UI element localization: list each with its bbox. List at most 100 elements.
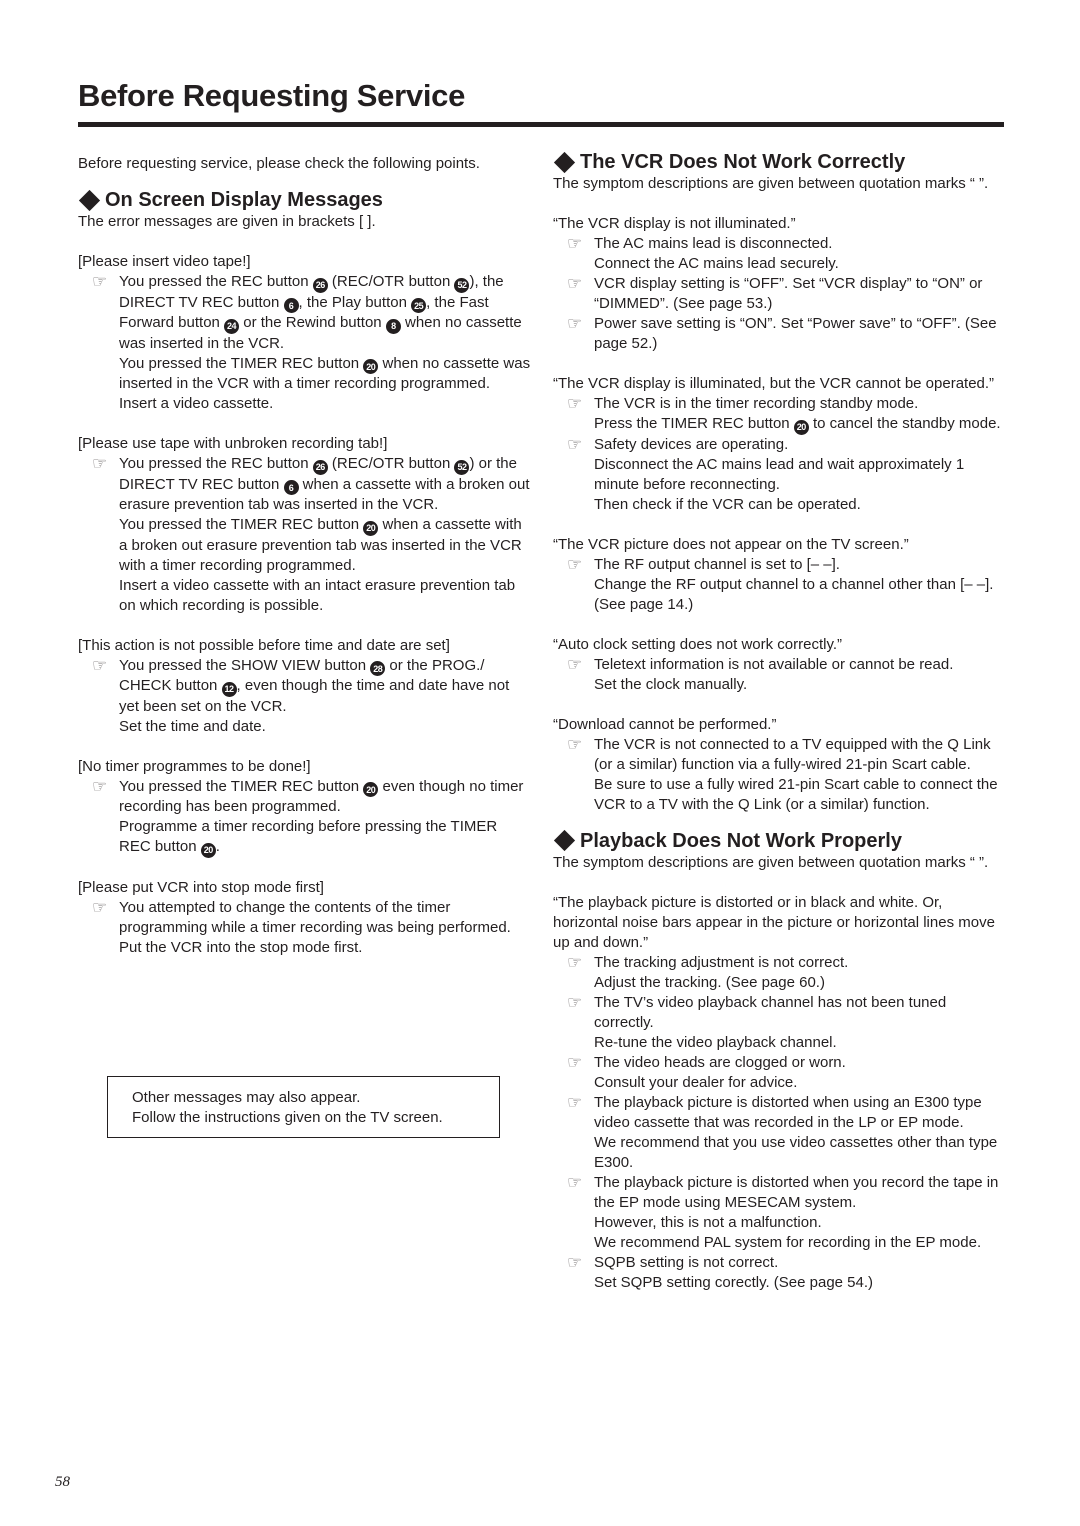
block-title: “Auto clock setting does not work correc… xyxy=(553,635,842,653)
button-number-badge: 24 xyxy=(224,318,240,334)
item-text: Power save setting is “ON”. Set “Power s… xyxy=(594,315,997,352)
button-number-badge: 20 xyxy=(200,842,216,858)
pointing-hand-icon: ☞ xyxy=(567,734,583,754)
section-heading: Playback Does Not Work Properly xyxy=(553,829,1008,853)
list-item: ☞ Teletext information is not available o… xyxy=(553,655,1008,695)
item-text: Programme a timer recording before press… xyxy=(119,817,533,858)
item-text: Set SQPB setting corectly. (See page 54.… xyxy=(594,1273,874,1291)
right-column: The VCR Does Not Work Correctly The sympt… xyxy=(553,150,1008,1293)
button-number-badge: 52 xyxy=(454,459,470,475)
section-heading: The VCR Does Not Work Correctly xyxy=(553,150,1008,174)
item-text: However, this is not a malfunction. xyxy=(594,1213,822,1231)
item-text: You pressed the SHOW VIEW button 28 or t… xyxy=(119,656,510,715)
list-item: ☞ Safety devices are operating. Disconnect… xyxy=(553,435,1008,515)
list-item: ☞ VCR display setting is “OFF”. Set “VCR … xyxy=(553,274,1008,314)
block-title: [This action is not possible before time… xyxy=(78,636,450,654)
item-text: VCR display setting is “OFF”. Set “VCR d… xyxy=(594,275,983,312)
list-item: ☞ The tracking adjustment is not correct.… xyxy=(553,953,1008,993)
block-title: [Please insert video tape!] xyxy=(78,253,251,270)
item-text: Teletext information is not available or… xyxy=(594,655,954,673)
page-title: Before Requesting Service xyxy=(78,78,466,113)
item-text: You attempted to change the contents of … xyxy=(119,898,511,936)
item-text: Consult your dealer for advice. xyxy=(594,1073,798,1091)
item-text: You pressed the REC button 26 (REC/OTR b… xyxy=(119,273,522,352)
item-text: Insert a video cassette. xyxy=(119,395,274,412)
block-title: [No timer programmes to be done!] xyxy=(78,757,311,775)
pointing-hand-icon: ☞ xyxy=(92,897,108,917)
button-number-badge: 28 xyxy=(370,661,386,676)
message-block: [This action is not possible before time… xyxy=(78,636,533,737)
button-number-badge: 25 xyxy=(411,298,427,313)
item-text: Re-tune the video playback channel. xyxy=(594,1033,837,1051)
message-block: [Please insert video tape!] ☞ You pressed … xyxy=(78,252,533,414)
button-number-badge: 20 xyxy=(363,359,379,374)
button-number-badge: 20 xyxy=(793,419,809,435)
message-block: “The VCR picture does not appear on the … xyxy=(553,535,1008,615)
list-item: ☞ The AC mains lead is disconnected. Conne… xyxy=(553,234,1008,274)
section-note: The symptom descriptions are given betwe… xyxy=(553,853,989,871)
message-block: “The playback picture is distorted or in… xyxy=(553,893,1008,1293)
item-text: Press the TIMER REC button 20 to cancel … xyxy=(594,414,1008,435)
item-text: Set the time and date. xyxy=(119,717,266,735)
item-text: The playback picture is distorted when y… xyxy=(594,1173,999,1211)
list-item: ☞ You pressed the TIMER REC button 20 eve… xyxy=(78,777,533,858)
section-note: The symptom descriptions are given betwe… xyxy=(553,175,989,192)
page-number: 58 xyxy=(55,1474,70,1490)
item-text: The VCR is not connected to a TV equippe… xyxy=(594,735,991,773)
item-text: Safety devices are operating. xyxy=(594,435,789,453)
list-item: ☞ The RF output channel is set to [– –]. C… xyxy=(553,555,1008,615)
note-line: Follow the instructions given on the TV … xyxy=(132,1109,443,1126)
pointing-hand-icon: ☞ xyxy=(92,655,108,675)
item-text: The VCR is in the timer recording standb… xyxy=(594,395,919,412)
item-text: The tracking adjustment is not correct. xyxy=(594,953,849,971)
list-item: ☞ Power save setting is “ON”. Set “Power … xyxy=(553,314,1008,354)
message-block: “The VCR display is not illuminated.” ☞ Th… xyxy=(553,214,1008,354)
block-title: “Download cannot be performed.” xyxy=(553,715,777,733)
block-title: “The VCR display is not illuminated.” xyxy=(553,215,796,232)
button-number-badge: 12 xyxy=(221,681,237,697)
title-rule xyxy=(78,122,1004,127)
item-text: You pressed the REC button 26 (REC/OTR b… xyxy=(119,455,530,513)
message-block: [Please use tape with unbroken recording… xyxy=(78,434,533,616)
list-item: ☞ The VCR is in the timer recording stand… xyxy=(553,394,1008,435)
diamond-icon xyxy=(78,189,101,211)
pointing-hand-icon: ☞ xyxy=(92,454,108,473)
button-number-badge: 8 xyxy=(385,318,401,334)
pointing-hand-icon: ☞ xyxy=(567,394,583,413)
pointing-hand-icon: ☞ xyxy=(567,1092,583,1112)
message-list: [Please insert video tape!] ☞ You pressed … xyxy=(78,252,533,958)
item-text: Set the clock manually. xyxy=(594,675,748,693)
pointing-hand-icon: ☞ xyxy=(567,274,583,293)
diamond-icon xyxy=(553,151,576,173)
button-number-badge: 20 xyxy=(363,782,379,797)
block-title: “The VCR picture does not appear on the … xyxy=(553,535,909,553)
list-item: ☞ You attempted to change the contents of… xyxy=(78,898,533,958)
pointing-hand-icon: ☞ xyxy=(567,1252,583,1272)
item-text: The AC mains lead is disconnected. xyxy=(594,235,833,252)
item-text: Change the RF output channel to a channe… xyxy=(594,575,994,613)
item-text: Connect the AC mains lead securely. xyxy=(594,255,839,272)
list-item: ☞ You pressed the REC button 26 (REC/OTR … xyxy=(78,454,533,616)
pointing-hand-icon: ☞ xyxy=(567,654,583,674)
pointing-hand-icon: ☞ xyxy=(567,314,583,333)
item-text: SQPB setting is not correct. xyxy=(594,1253,779,1271)
block-title: [Please put VCR into stop mode first] xyxy=(78,878,324,896)
item-text: The TV’s video playback channel has not … xyxy=(594,993,947,1031)
list-item: ☞ SQPB setting is not correct. Set SQPB se… xyxy=(553,1253,1008,1293)
block-title: “The VCR display is illuminated, but the… xyxy=(553,375,995,392)
button-number-badge: 26 xyxy=(312,459,328,475)
button-number-badge: 20 xyxy=(363,520,379,536)
list-item: ☞ You pressed the REC button 26 (REC/OTR … xyxy=(78,272,533,414)
left-column: Before requesting service, please check … xyxy=(78,150,533,958)
message-block: [Please put VCR into stop mode first] ☞ Yo… xyxy=(78,878,533,958)
list-item: ☞ The playback picture is distorted when … xyxy=(553,1093,1008,1173)
button-number-badge: 52 xyxy=(454,277,470,293)
button-number-badge: 6 xyxy=(283,480,299,495)
block-title: [Please use tape with unbroken recording… xyxy=(78,435,388,452)
intro-text: Before requesting service, please check … xyxy=(78,155,480,172)
item-text: We recommend that you use video cassette… xyxy=(594,1133,998,1171)
list-item: ☞ The TV’s video playback channel has not… xyxy=(553,993,1008,1053)
item-text: You pressed the TIMER REC button 20 even… xyxy=(119,777,524,816)
section-heading-label: The VCR Does Not Work Correctly xyxy=(580,151,906,173)
message-block: “Download cannot be performed.” ☞ The VCR … xyxy=(553,715,1008,815)
